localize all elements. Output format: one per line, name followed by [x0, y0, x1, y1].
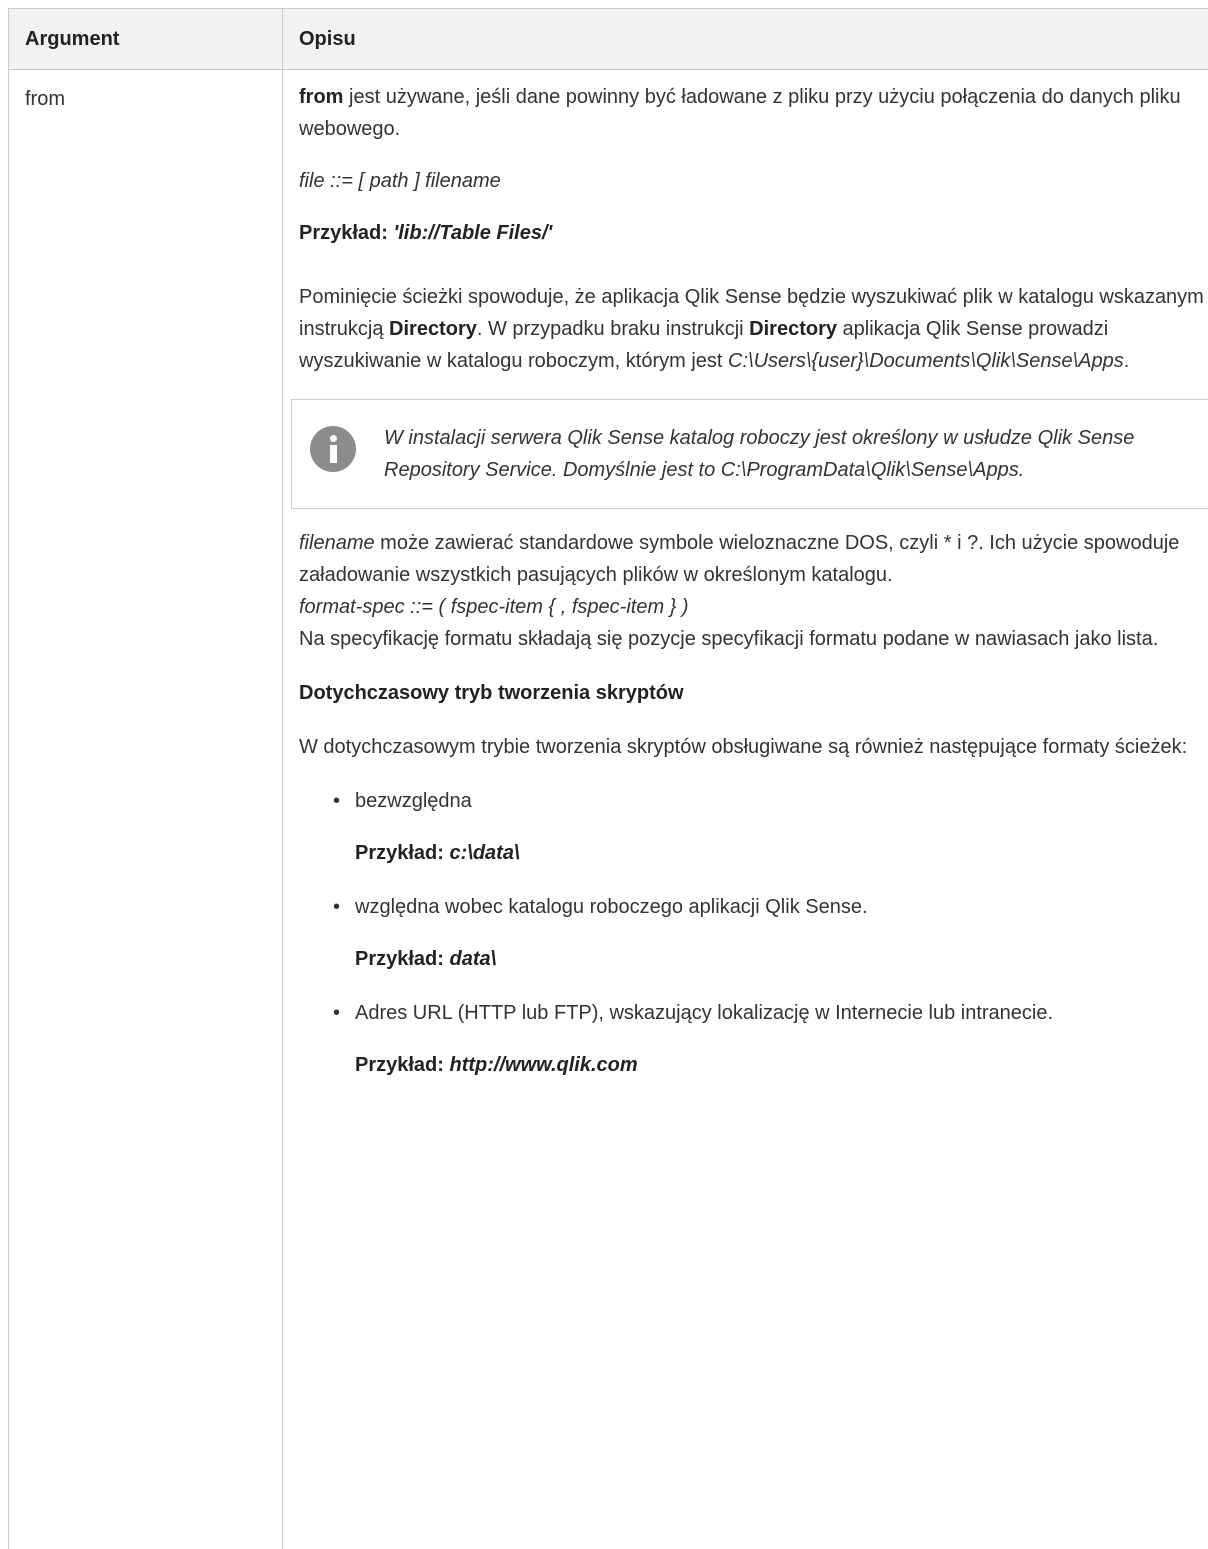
list-item: Adres URL (HTTP lub FTP), wskazujący lok… [333, 997, 1208, 1081]
argument-table: Argument Opisu from from jest używane, j… [8, 8, 1208, 1549]
file-syntax: file ::= [ path ] filename [299, 170, 501, 192]
header-description: Opisu [299, 28, 356, 50]
column-divider [282, 9, 283, 1549]
list-item: względna wobec katalogu roboczego aplika… [333, 891, 1208, 975]
description-cell: from jest używane, jeśli dane powinny by… [291, 81, 1208, 1081]
path-omission-paragraph: Pominięcie ścieżki spowoduje, że aplikac… [299, 286, 1204, 372]
example-lib: Przykład: 'lib://Table Files/' [299, 222, 553, 244]
note-text: W instalacji serwera Qlik Sense katalog … [384, 427, 1135, 481]
format-spec-syntax: format-spec ::= ( fspec-item { , fspec-i… [299, 596, 689, 618]
table-header-row: Argument Opisu [9, 9, 1208, 70]
working-directory-path: C:\Users\{user}\Documents\Qlik\Sense\App… [728, 350, 1124, 372]
legacy-intro: W dotychczasowym trybie tworzenia skrypt… [299, 736, 1188, 758]
format-spec-paragraph: Na specyfikację formatu składają się poz… [299, 628, 1159, 650]
from-keyword: from [299, 86, 344, 108]
path-format-list: bezwzględna Przykład: c:\data\ względna … [299, 785, 1208, 1081]
header-argument: Argument [25, 28, 120, 50]
argument-cell: from [25, 88, 65, 110]
example: Przykład: http://www.qlik.com [355, 1054, 638, 1076]
directory-keyword: Directory [389, 318, 477, 340]
info-icon [310, 426, 356, 472]
directory-keyword: Directory [749, 318, 837, 340]
info-note: W instalacji serwera Qlik Sense katalog … [291, 399, 1208, 509]
from-description-text: jest używane, jeśli dane powinny być ład… [299, 86, 1181, 140]
example: Przykład: c:\data\ [355, 842, 520, 864]
from-paragraph: from jest używane, jeśli dane powinny by… [299, 81, 1208, 145]
list-item: bezwzględna Przykład: c:\data\ [333, 785, 1208, 869]
legacy-heading: Dotychczasowy tryb tworzenia skryptów [299, 682, 684, 704]
example: Przykład: data\ [355, 948, 497, 970]
filename-paragraph: filename może zawierać standardowe symbo… [299, 532, 1180, 586]
